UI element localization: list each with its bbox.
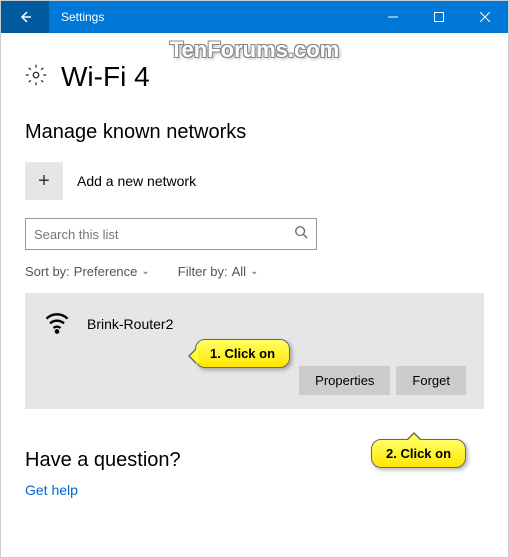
annotation-callout-1: 1. Click on xyxy=(195,339,290,368)
annotation-callout-2: 2. Click on xyxy=(371,439,466,468)
filter-by-dropdown[interactable]: Filter by: All ⌄ xyxy=(178,264,259,279)
search-input[interactable] xyxy=(34,227,294,242)
filter-value: All xyxy=(232,264,246,279)
network-row: Brink-Router2 xyxy=(43,307,466,340)
maximize-button[interactable] xyxy=(416,1,462,33)
add-network-button[interactable]: + Add a new network xyxy=(25,162,484,200)
filter-label: Filter by: xyxy=(178,264,228,279)
window-title: Settings xyxy=(49,10,370,24)
page-title: Wi-Fi 4 xyxy=(61,61,150,93)
network-name: Brink-Router2 xyxy=(87,316,173,332)
add-network-label: Add a new network xyxy=(77,173,196,189)
plus-icon: + xyxy=(25,162,63,200)
back-button[interactable] xyxy=(1,1,49,33)
close-icon xyxy=(480,12,490,22)
maximize-icon xyxy=(434,12,444,22)
minimize-button[interactable] xyxy=(370,1,416,33)
search-box[interactable] xyxy=(25,218,317,250)
titlebar: Settings xyxy=(1,1,508,33)
sort-by-dropdown[interactable]: Sort by: Preference ⌄ xyxy=(25,264,150,279)
network-actions: Properties Forget xyxy=(43,366,466,395)
minimize-icon xyxy=(388,12,398,22)
close-button[interactable] xyxy=(462,1,508,33)
get-help-link[interactable]: Get help xyxy=(25,482,78,498)
forget-button[interactable]: Forget xyxy=(396,366,466,395)
back-arrow-icon xyxy=(17,9,33,25)
section-title: Manage known networks xyxy=(25,121,484,144)
sort-label: Sort by: xyxy=(25,264,70,279)
wifi-icon xyxy=(43,307,71,340)
sort-value: Preference xyxy=(74,264,138,279)
window-controls xyxy=(370,1,508,33)
gear-icon xyxy=(25,64,47,91)
filters-row: Sort by: Preference ⌄ Filter by: All ⌄ xyxy=(25,264,484,279)
page-header: Wi-Fi 4 xyxy=(25,61,484,93)
chevron-down-icon: ⌄ xyxy=(141,266,149,277)
properties-button[interactable]: Properties xyxy=(299,366,390,395)
search-icon xyxy=(294,225,308,244)
chevron-down-icon: ⌄ xyxy=(250,266,258,277)
